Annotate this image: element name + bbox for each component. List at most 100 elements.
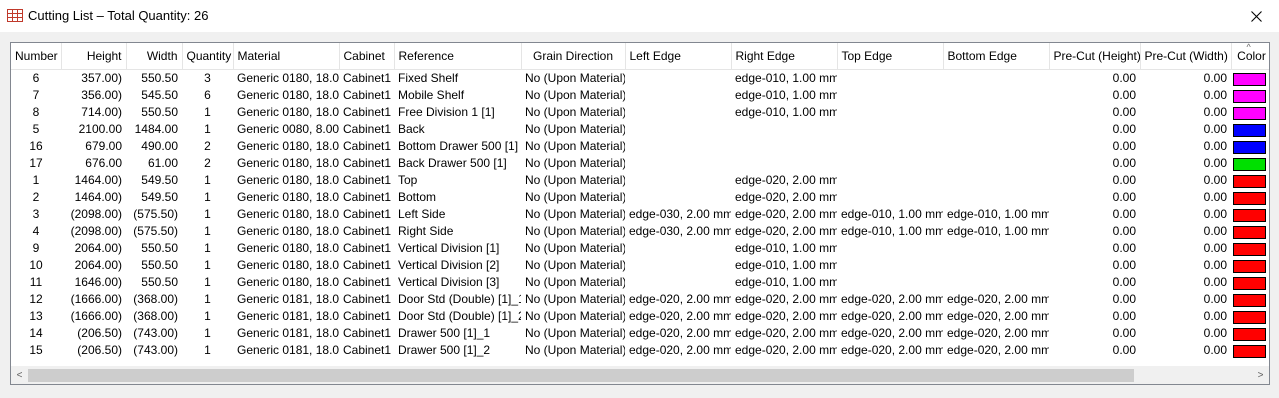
- cell-number: 16: [29, 139, 43, 153]
- cell-color: [1231, 155, 1269, 172]
- color-swatch: [1233, 157, 1266, 171]
- close-button[interactable]: [1233, 0, 1279, 32]
- cell-precut-w: 0.00: [1203, 258, 1227, 272]
- cell-bottom-edge: [943, 257, 1049, 274]
- cell-left-edge: edge-020, 2.00 mm: [629, 326, 731, 340]
- scroll-left-icon: <: [16, 370, 23, 381]
- cell-precut-w: 0.00: [1203, 326, 1227, 340]
- table-row[interactable]: 11 1646.00) 550.50 1 Generic 0180, 18.00 Cabi…: [11, 274, 1269, 291]
- table-row[interactable]: 16 679.00 490.00 2 Generic 0180, 18.00 Cabine…: [11, 138, 1269, 155]
- cell-precut-h: 0.00: [1112, 326, 1136, 340]
- scroll-thumb[interactable]: [28, 369, 1134, 382]
- cell-height: 2064.00): [74, 258, 122, 272]
- table-row[interactable]: 14 (206.50) (743.00) 1 Generic 0181, 18.00 Ca…: [11, 325, 1269, 342]
- cell-color: [1231, 70, 1269, 88]
- cell-color: [1231, 104, 1269, 121]
- column-header-precut-h[interactable]: Pre-Cut (Height): [1049, 43, 1141, 70]
- column-header-reference[interactable]: Reference: [394, 43, 522, 70]
- color-swatch: [1233, 276, 1266, 290]
- cell-right-edge: [731, 138, 837, 155]
- column-header-width[interactable]: Width: [126, 43, 183, 70]
- column-header-precut-w[interactable]: Pre-Cut (Width): [1140, 43, 1232, 70]
- cutting-list-icon: [7, 9, 23, 22]
- cell-right-edge: edge-020, 2.00 mm: [735, 207, 837, 221]
- column-header-right-edge[interactable]: Right Edge: [731, 43, 838, 70]
- table-row[interactable]: 13 (1666.00) (368.00) 1 Generic 0181, 18.00 C…: [11, 308, 1269, 325]
- column-header-height[interactable]: Height: [61, 43, 127, 70]
- table-row[interactable]: 9 2064.00) 550.50 1 Generic 0180, 18.00 Cabin…: [11, 240, 1269, 257]
- table-row[interactable]: 1 1464.00) 549.50 1 Generic 0180, 18.00 Cabin…: [11, 172, 1269, 189]
- cell-quantity: 1: [204, 105, 211, 119]
- cell-cabinet: Cabinet1: [343, 258, 392, 272]
- cell-width: 549.50: [141, 190, 178, 204]
- cell-grain: No (Upon Material): [525, 105, 625, 119]
- column-header-color[interactable]: ^ Color: [1231, 43, 1269, 70]
- cell-cabinet: Cabinet1: [343, 88, 392, 102]
- cell-number: 10: [29, 258, 43, 272]
- cell-cabinet: Cabinet1: [343, 224, 392, 238]
- horizontal-scrollbar[interactable]: < >: [11, 366, 1269, 384]
- cell-cabinet: Cabinet1: [343, 71, 392, 85]
- scroll-left-button[interactable]: <: [11, 367, 28, 384]
- table-row[interactable]: 2 1464.00) 549.50 1 Generic 0180, 18.00 Cabin…: [11, 189, 1269, 206]
- cell-width: 550.50: [141, 258, 178, 272]
- cell-precut-h: 0.00: [1112, 105, 1136, 119]
- cell-color: [1231, 138, 1269, 155]
- column-header-label: Width: [146, 49, 178, 63]
- cell-grain: No (Upon Material): [525, 258, 625, 272]
- cell-top-edge: [837, 240, 943, 257]
- table-row[interactable]: 8 714.00) 550.50 1 Generic 0180, 18.00 Cabine…: [11, 104, 1269, 121]
- cell-cabinet: Cabinet1: [343, 292, 392, 306]
- cell-top-edge: [837, 121, 943, 138]
- column-header-top-edge[interactable]: Top Edge: [837, 43, 944, 70]
- table-row[interactable]: 6 357.00) 550.50 3 Generic 0180, 18.00 Cabine…: [11, 70, 1269, 88]
- cell-precut-w: 0.00: [1203, 156, 1227, 170]
- column-header-number[interactable]: Number: [11, 43, 62, 70]
- table-row[interactable]: 5 2100.00 1484.00 1 Generic 0080, 8.00 Cabine…: [11, 121, 1269, 138]
- cell-right-edge: edge-010, 1.00 mm: [735, 241, 837, 255]
- cell-precut-w: 0.00: [1203, 122, 1227, 136]
- column-header-quantity[interactable]: Quantity: [182, 43, 234, 70]
- cell-material: Generic 0180, 18.00: [237, 139, 339, 153]
- cell-material: Generic 0180, 18.00: [237, 258, 339, 272]
- cell-height: (2098.00): [70, 207, 122, 221]
- cell-number: 6: [32, 71, 40, 85]
- cell-cabinet: Cabinet1: [343, 326, 392, 340]
- cell-reference: Drawer 500 [1]_2: [398, 343, 491, 357]
- column-header-material[interactable]: Material: [233, 43, 340, 70]
- cell-precut-h: 0.00: [1112, 122, 1136, 136]
- cell-color: [1231, 87, 1269, 104]
- scroll-right-button[interactable]: >: [1252, 367, 1269, 384]
- column-header-left-edge[interactable]: Left Edge: [625, 43, 732, 70]
- cell-grain: No (Upon Material): [525, 309, 625, 323]
- column-header-bottom-edge[interactable]: Bottom Edge: [943, 43, 1050, 70]
- cell-left-edge: [625, 172, 731, 189]
- table-row[interactable]: 4 (2098.00) (575.50) 1 Generic 0180, 18.00 Ca…: [11, 223, 1269, 240]
- column-header-cabinet[interactable]: Cabinet: [339, 43, 395, 70]
- cell-left-edge: [625, 87, 731, 104]
- column-header-label: Left Edge: [629, 49, 681, 63]
- table-row[interactable]: 10 2064.00) 550.50 1 Generic 0180, 18.00 Cabi…: [11, 257, 1269, 274]
- cell-precut-w: 0.00: [1203, 207, 1227, 221]
- column-header-grain[interactable]: Grain Direction: [521, 43, 626, 70]
- cell-bottom-edge: edge-020, 2.00 mm: [947, 343, 1049, 357]
- cell-top-edge: [837, 70, 943, 88]
- table-row[interactable]: 3 (2098.00) (575.50) 1 Generic 0180, 18.00 Ca…: [11, 206, 1269, 223]
- table-row[interactable]: 7 356.00) 545.50 6 Generic 0180, 18.00 Cabine…: [11, 87, 1269, 104]
- close-icon: [1250, 10, 1262, 22]
- cell-top-edge: [837, 87, 943, 104]
- cell-color: [1231, 206, 1269, 223]
- cell-width: 550.50: [141, 71, 178, 85]
- cell-width: 550.50: [141, 241, 178, 255]
- table-row[interactable]: 12 (1666.00) (368.00) 1 Generic 0181, 18.00 C…: [11, 291, 1269, 308]
- table-row[interactable]: 17 676.00 61.00 2 Generic 0180, 18.00 Cabinet…: [11, 155, 1269, 172]
- cell-bottom-edge: [943, 189, 1049, 206]
- cell-quantity: 1: [204, 292, 211, 306]
- cell-grain: No (Upon Material): [525, 139, 625, 153]
- cell-quantity: 1: [204, 275, 211, 289]
- cell-cabinet: Cabinet1: [343, 275, 392, 289]
- cell-height: (1666.00): [70, 309, 122, 323]
- color-swatch: [1233, 327, 1266, 341]
- table-row[interactable]: 15 (206.50) (743.00) 1 Generic 0181, 18.00 Ca…: [11, 342, 1269, 359]
- cell-reference: Left Side: [398, 207, 446, 221]
